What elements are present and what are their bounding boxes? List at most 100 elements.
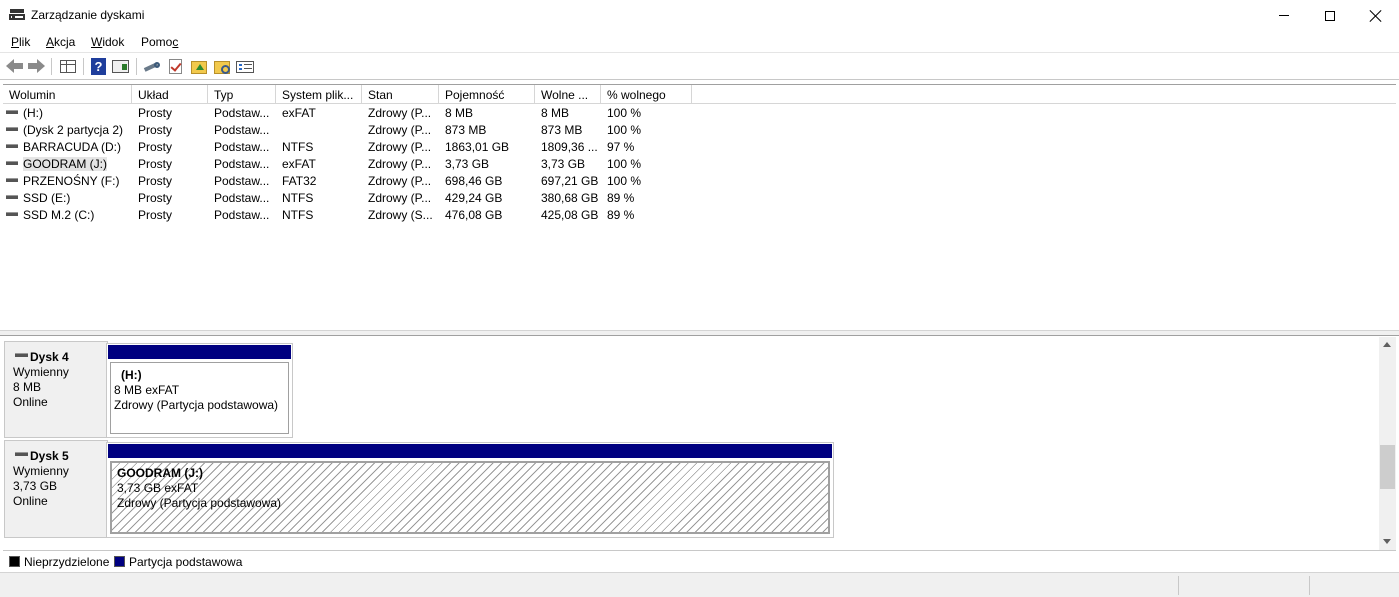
volume-free-pct: 100 % (607, 123, 642, 137)
scroll-down-icon[interactable] (1383, 539, 1391, 544)
column-header-wolumin[interactable]: Wolumin (3, 85, 132, 104)
primary-partition-bar (108, 444, 832, 458)
toolbar: ? (0, 54, 1399, 80)
forward-arrow-icon (37, 59, 45, 73)
table-row[interactable]: (Dysk 2 partycja 2) Prosty Podstaw... Zd… (3, 121, 703, 138)
back-button[interactable] (6, 58, 24, 75)
table-row[interactable]: BARRACUDA (D:) Prosty Podstaw... NTFS Zd… (3, 138, 703, 155)
disk-management-app-icon (9, 9, 25, 23)
volume-type: Podstaw... (214, 174, 270, 188)
volume-fs: FAT32 (282, 174, 317, 188)
partition-status: Zdrowy (Partycja podstawowa) (117, 496, 282, 510)
volume-layout: Prosty (138, 123, 173, 137)
column-header-wolne[interactable]: Wolne ... (535, 85, 601, 104)
volume-name: BARRACUDA (D:) (23, 140, 122, 154)
volume-fs: exFAT (282, 157, 316, 171)
volume-free: 425,08 GB (541, 208, 599, 222)
show-action-pane-button[interactable] (112, 58, 130, 75)
legend-label-primary: Partycja podstawowa (129, 555, 243, 569)
properties-button[interactable] (236, 58, 254, 75)
partition-body[interactable]: (H:) 8 MB exFAT Zdrowy (Partycja podstaw… (110, 362, 289, 434)
disk-5-label[interactable]: Dysk 5 Wymienny 3,73 GB Online (4, 440, 108, 538)
column-header-system-plikow[interactable]: System plik... (276, 85, 362, 104)
minimize-button[interactable] (1261, 0, 1307, 31)
volume-capacity: 3,73 GB (445, 157, 490, 171)
disk-kind: Wymienny (13, 365, 69, 379)
column-header-pojemnosc[interactable]: Pojemność (439, 85, 535, 104)
volume-capacity: 429,24 GB (445, 191, 503, 205)
volume-type: Podstaw... (214, 123, 270, 137)
help-button[interactable]: ? (90, 58, 108, 75)
title-bar: Zarządzanie dyskami (0, 0, 1399, 32)
vertical-scrollbar[interactable] (1379, 337, 1396, 550)
column-header-stan[interactable]: Stan (362, 85, 439, 104)
check-disk-button[interactable] (167, 58, 185, 75)
volume-capacity: 873 MB (445, 123, 487, 137)
volume-free-pct: 100 % (607, 174, 642, 188)
volume-layout: Prosty (138, 174, 173, 188)
disk-kind: Wymienny (13, 464, 69, 478)
disk-name: Dysk 4 (30, 350, 69, 364)
window-title: Zarządzanie dyskami (31, 8, 145, 22)
scroll-thumb[interactable] (1380, 445, 1395, 489)
show-console-tree-button[interactable] (59, 58, 77, 75)
volume-fs: NTFS (282, 208, 314, 222)
partition-size-fs: 3,73 GB exFAT (117, 481, 199, 495)
partition-body-selected[interactable]: GOODRAM (J:) 3,73 GB exFAT Zdrowy (Party… (110, 461, 830, 534)
volume-icon (6, 178, 18, 182)
volume-status: Zdrowy (P... (368, 157, 432, 171)
table-row[interactable]: PRZENOŚNY (F:) Prosty Podstaw... FAT32 Z… (3, 172, 703, 189)
back-arrow-icon (6, 59, 14, 73)
folder-search-button[interactable] (213, 58, 231, 75)
disk-icon (15, 353, 28, 357)
primary-partition-bar (108, 345, 291, 359)
volume-free-pct: 89 % (607, 208, 635, 222)
table-row[interactable]: SSD M.2 (C:) Prosty Podstaw... NTFS Zdro… (3, 206, 703, 223)
volume-layout: Prosty (138, 208, 173, 222)
forward-button[interactable] (28, 58, 46, 75)
scroll-up-icon[interactable] (1383, 342, 1391, 347)
table-row[interactable]: (H:) Prosty Podstaw... exFAT Zdrowy (P..… (3, 104, 703, 121)
folder-up-button[interactable] (190, 58, 208, 75)
partition-goodram-j[interactable]: GOODRAM (J:) 3,73 GB exFAT Zdrowy (Party… (106, 442, 834, 538)
menu-plik[interactable]: Plik (11, 35, 30, 49)
disk-state: Online (13, 494, 48, 508)
menu-widok[interactable]: Widok (91, 35, 124, 49)
status-bar (0, 572, 1399, 597)
partition-title: (H:) (121, 368, 142, 382)
column-header-procent-wolnego[interactable]: % wolnego (601, 85, 692, 104)
legend-label-unallocated: Nieprzydzielone (24, 555, 110, 569)
partition-status: Zdrowy (Partycja podstawowa) (114, 398, 279, 412)
menu-akcja[interactable]: Akcja (46, 35, 75, 49)
table-row-selected[interactable]: GOODRAM (J:) Prosty Podstaw... exFAT Zdr… (3, 155, 703, 172)
partition-h[interactable]: (H:) 8 MB exFAT Zdrowy (Partycja podstaw… (106, 343, 293, 438)
console-tree-icon (60, 60, 76, 73)
volume-type: Podstaw... (214, 208, 270, 222)
volume-layout: Prosty (138, 191, 173, 205)
volume-free: 380,68 GB (541, 191, 599, 205)
disk-4-label[interactable]: Dysk 4 Wymienny 8 MB Online (4, 341, 108, 438)
volume-icon (6, 161, 18, 165)
table-row[interactable]: SSD (E:) Prosty Podstaw... NTFS Zdrowy (… (3, 189, 703, 206)
folder-search-icon (214, 61, 230, 74)
volume-fs: NTFS (282, 191, 314, 205)
volume-capacity: 8 MB (445, 106, 474, 120)
close-button[interactable] (1353, 0, 1399, 31)
menu-pomoc[interactable]: Pomoc (141, 35, 178, 49)
column-header-uklad[interactable]: Układ (132, 85, 208, 104)
volume-free-pct: 89 % (607, 191, 635, 205)
pane-splitter[interactable] (0, 330, 1399, 336)
connect-disk-icon (143, 62, 161, 72)
volume-free: 1809,36 ... (541, 140, 598, 154)
volume-layout: Prosty (138, 157, 173, 171)
menu-bar: Plik Akcja Widok Pomoc (0, 32, 1399, 53)
volume-free-pct: 97 % (607, 140, 635, 154)
maximize-button[interactable] (1307, 0, 1353, 31)
volume-type: Podstaw... (214, 157, 270, 171)
volume-name: (Dysk 2 partycja 2) (23, 123, 124, 137)
volume-name: (H:) (23, 106, 43, 120)
volume-status: Zdrowy (P... (368, 140, 432, 154)
volume-list[interactable]: Wolumin Układ Typ System plik... Stan Po… (3, 84, 1396, 330)
connect-disk-button[interactable] (143, 58, 162, 75)
column-header-typ[interactable]: Typ (208, 85, 276, 104)
